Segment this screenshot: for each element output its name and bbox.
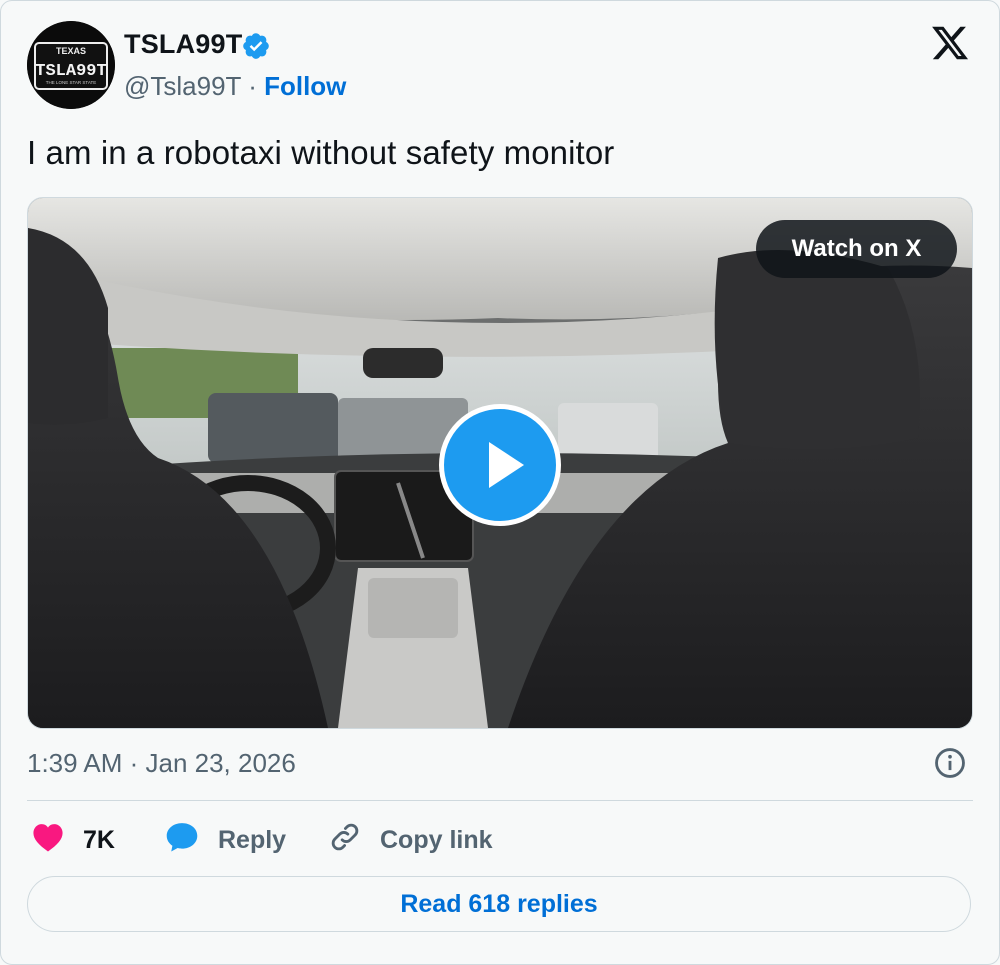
divider	[27, 800, 973, 801]
separator: ·	[240, 71, 265, 101]
avatar-plate-top: TEXAS	[56, 46, 86, 56]
tweet-timestamp[interactable]: 1:39 AM · Jan 23, 2026	[27, 748, 296, 779]
avatar-plate-bottom: THE LONE STAR STATE	[46, 80, 97, 85]
likes-count: 7K	[83, 825, 115, 854]
author-name[interactable]: TSLA99T	[124, 29, 242, 60]
handle-line: @Tsla99T · Follow	[124, 71, 346, 102]
link-icon	[328, 820, 362, 861]
like-button[interactable]: 7K	[31, 819, 115, 861]
author-handle[interactable]: @Tsla99T	[124, 71, 241, 101]
heart-icon	[31, 822, 65, 859]
watch-on-x-button[interactable]: Watch on X	[756, 220, 957, 278]
tweet-card: TEXAS TSLA99T THE LONE STAR STATE TSLA99…	[0, 0, 1000, 965]
reply-button[interactable]: Reply	[164, 819, 286, 861]
info-icon[interactable]	[933, 746, 967, 780]
tweet-text: I am in a robotaxi without safety monito…	[27, 134, 615, 171]
verified-badge-icon	[241, 31, 271, 61]
copy-link-label: Copy link	[380, 825, 493, 854]
play-button[interactable]	[439, 404, 561, 526]
follow-button[interactable]: Follow	[264, 71, 346, 101]
reply-label: Reply	[218, 825, 287, 854]
read-replies-button[interactable]: Read 618 replies	[27, 876, 971, 932]
avatar[interactable]: TEXAS TSLA99T THE LONE STAR STATE	[27, 21, 115, 109]
x-logo-icon[interactable]	[929, 23, 971, 63]
reply-bubble-icon	[164, 821, 200, 860]
play-icon	[489, 442, 524, 488]
avatar-plate-main: TSLA99T	[35, 62, 106, 81]
copy-link-button[interactable]: Copy link	[328, 819, 493, 861]
